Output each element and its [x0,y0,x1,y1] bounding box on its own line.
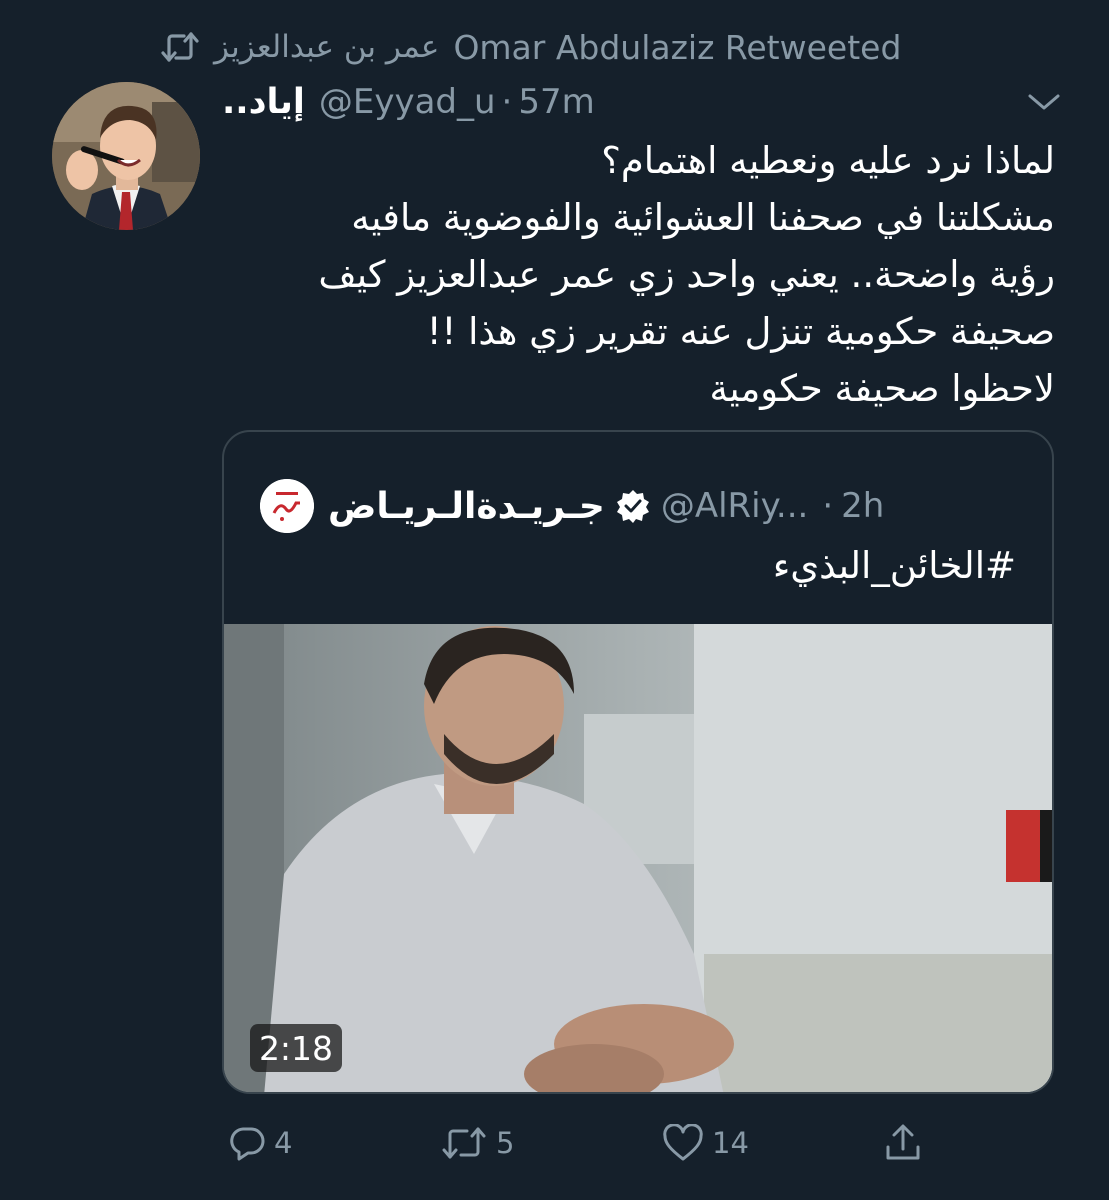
separator-dot: · [822,486,834,526]
heart-icon [663,1124,703,1161]
retweet-button[interactable]: 5 [440,1116,514,1170]
reply-count: 4 [274,1126,293,1160]
retweeted-label: Omar Abdulaziz Retweeted [453,27,902,67]
author-handle[interactable]: @Eyyad_u [319,82,496,122]
tweet-line: رؤية واضحة.. يعني واحد زي عمر عبدالعزيز … [318,253,1055,296]
share-button[interactable] [884,1116,922,1170]
tweet-line: لماذا نرد عليه ونعطيه اهتمام؟ [601,139,1055,182]
quoted-tweet-header: جـريـدةالـريـاض @AlRiy... · 2h [260,478,884,534]
reply-button[interactable]: 4 [228,1116,292,1170]
video-duration: 2:18 [250,1024,342,1072]
tweet-actions: 4 5 14 [222,1116,1054,1170]
retweet-icon [161,32,199,62]
author-name[interactable]: إياد.. [222,82,305,122]
tweet-line: صحيفة حكومية تنزل عنه تقرير زي هذا !! [426,310,1055,353]
author-row[interactable]: إياد.. @Eyyad_u · 57m [222,76,595,128]
quoted-author-avatar[interactable] [260,479,314,533]
like-button[interactable]: 14 [662,1116,749,1170]
tweet-time[interactable]: 57m [518,82,594,122]
quoted-author-name[interactable]: جـريـدةالـريـاض [328,486,605,527]
avatar-image [52,82,200,230]
chevron-down-icon[interactable] [1024,88,1064,116]
reply-icon [230,1127,265,1161]
retweet-header[interactable]: عمر بن عبدالعزيز Omar Abdulaziz Retweete… [160,24,901,70]
video-player[interactable]: 2:18 [224,624,1052,1092]
video-thumbnail [224,624,1052,1092]
tweet-line: لاحظوا صحيفة حكومية [709,367,1055,410]
quoted-tweet-time[interactable]: 2h [841,486,884,526]
share-icon [886,1124,920,1160]
verified-badge-icon [616,490,649,523]
tweet-line: مشكلتنا في صحفنا العشوائية والفوضوية ماف… [351,196,1055,239]
retweet-icon [442,1127,486,1159]
like-count: 14 [712,1126,749,1160]
quoted-author-handle[interactable]: @AlRiy... [661,486,808,526]
retweeter-name[interactable]: عمر بن عبدالعزيز [214,29,439,65]
alriyadh-logo [260,479,314,533]
author-avatar[interactable] [52,82,200,230]
tweet-text: لماذا نرد عليه ونعطيه اهتمام؟ مشكلتنا في… [235,132,1055,417]
separator-dot: · [501,82,513,122]
retweet-count: 5 [496,1126,515,1160]
quoted-hashtag[interactable]: #الخائن_البذيء [773,544,1016,587]
quoted-tweet-card[interactable]: جـريـدةالـريـاض @AlRiy... · 2h #الخائن_ا… [222,430,1054,1094]
